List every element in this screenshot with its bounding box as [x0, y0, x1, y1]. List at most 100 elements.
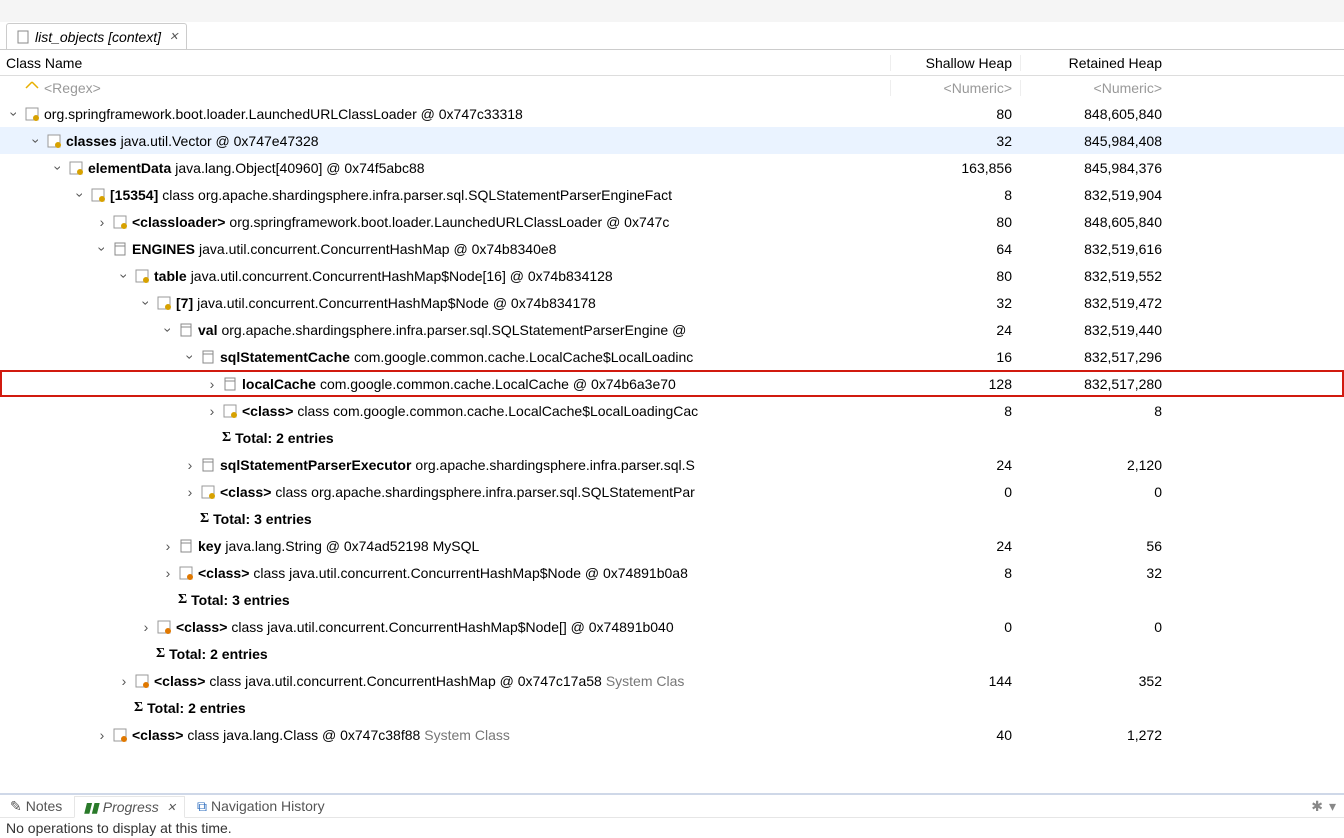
expand-toggle[interactable] — [96, 214, 108, 230]
object-icon — [178, 322, 194, 338]
tree-row[interactable]: [7] java.util.concurrent.ConcurrentHashM… — [0, 289, 1344, 316]
expand-toggle[interactable] — [8, 106, 20, 122]
tree-row[interactable]: <class> class java.util.concurrent.Concu… — [0, 559, 1344, 586]
tree-row[interactable]: sqlStatementParserExecutor org.apache.sh… — [0, 451, 1344, 478]
tree-row[interactable]: Σ Total: 2 entries — [0, 424, 1344, 451]
regex-filter[interactable]: <Regex> — [44, 80, 101, 96]
expand-toggle[interactable] — [118, 268, 130, 284]
row-field-name: elementData — [88, 160, 171, 176]
close-icon[interactable]: ✕ — [169, 30, 178, 43]
close-icon[interactable]: ✕ — [167, 801, 176, 814]
sigma-icon: Σ — [222, 430, 231, 446]
row-system-class-suffix: System Clas — [606, 673, 685, 689]
editor-tab-label: list_objects [context] — [35, 29, 161, 45]
expand-toggle[interactable] — [140, 295, 152, 311]
row-class-text: java.util.concurrent.ConcurrentHashMap @… — [199, 241, 556, 257]
menu-icon[interactable]: ▾ — [1329, 798, 1336, 815]
shallow-heap-value: 32 — [890, 133, 1020, 149]
grid-filter-row: <Regex> <Numeric> <Numeric> — [0, 76, 1344, 100]
expand-toggle[interactable] — [184, 484, 196, 500]
retained-heap-value: 832,519,616 — [1020, 241, 1170, 257]
column-shallow-heap[interactable]: Shallow Heap — [890, 55, 1020, 71]
tree-row[interactable]: table java.util.concurrent.ConcurrentHas… — [0, 262, 1344, 289]
tree-row[interactable]: localCache com.google.common.cache.Local… — [0, 370, 1344, 397]
expand-toggle[interactable] — [206, 403, 218, 419]
row-class-text: com.google.common.cache.LocalCache$Local… — [354, 349, 693, 365]
row-class-text: class java.lang.Class @ 0x747c38f88 — [187, 727, 420, 743]
progress-icon: ▮▮ — [83, 799, 98, 816]
row-field-name: val — [198, 322, 217, 338]
expand-toggle[interactable] — [184, 457, 196, 473]
bottom-tab-bar: ✎ Notes ▮▮ Progress ✕ ⧉ Navigation Histo… — [0, 795, 1344, 818]
retained-heap-value: 352 — [1020, 673, 1170, 689]
row-field-name: classes — [66, 133, 117, 149]
expand-toggle[interactable] — [74, 187, 86, 203]
expand-toggle[interactable] — [96, 727, 108, 743]
shallow-heap-value: 80 — [890, 106, 1020, 122]
shallow-heap-value: 24 — [890, 538, 1020, 554]
row-field-name: <classloader> — [132, 214, 225, 230]
expand-toggle[interactable] — [118, 673, 130, 689]
shallow-heap-value: 80 — [890, 214, 1020, 230]
tab-notes[interactable]: ✎ Notes — [2, 795, 70, 817]
tree-row[interactable]: <classloader> org.springframework.boot.l… — [0, 208, 1344, 235]
tree-row[interactable]: <class> class com.google.common.cache.Lo… — [0, 397, 1344, 424]
expand-toggle[interactable] — [162, 322, 174, 338]
row-class-text: class com.google.common.cache.LocalCache… — [297, 403, 698, 419]
tree-row[interactable]: elementData java.lang.Object[40960] @ 0x… — [0, 154, 1344, 181]
grid-header: Class Name Shallow Heap Retained Heap — [0, 50, 1344, 76]
row-field-name: <class> — [154, 673, 205, 689]
tree-row[interactable]: val org.apache.shardingsphere.infra.pars… — [0, 316, 1344, 343]
note-icon: ✎ — [10, 798, 22, 815]
tree-row[interactable]: org.springframework.boot.loader.Launched… — [0, 100, 1344, 127]
expand-toggle[interactable] — [96, 241, 108, 257]
row-field-name: [7] — [176, 295, 193, 311]
expand-toggle[interactable] — [140, 619, 152, 635]
tree-row[interactable]: Σ Total: 3 entries — [0, 586, 1344, 613]
expand-toggle[interactable] — [206, 376, 218, 392]
shallow-heap-value: 32 — [890, 295, 1020, 311]
retained-heap-value: 1,272 — [1020, 727, 1170, 743]
tree-row[interactable]: Σ Total: 2 entries — [0, 694, 1344, 721]
expand-toggle[interactable] — [30, 133, 42, 149]
tree-row[interactable]: <class> class java.lang.Class @ 0x747c38… — [0, 721, 1344, 748]
tree-row[interactable]: [15354] class org.apache.shardingsphere.… — [0, 181, 1344, 208]
shallow-heap-value: 40 — [890, 727, 1020, 743]
class-icon — [222, 403, 238, 419]
tree-row[interactable]: Σ Total: 2 entries — [0, 640, 1344, 667]
tree-row[interactable]: sqlStatementCache com.google.common.cach… — [0, 343, 1344, 370]
row-field-name: sqlStatementParserExecutor — [220, 457, 411, 473]
shallow-heap-value: 8 — [890, 187, 1020, 203]
class-icon — [134, 268, 150, 284]
retained-filter[interactable]: <Numeric> — [1020, 80, 1170, 96]
tree-row[interactable]: <class> class org.apache.shardingsphere.… — [0, 478, 1344, 505]
tree-row[interactable]: <class> class java.util.concurrent.Concu… — [0, 667, 1344, 694]
tab-progress[interactable]: ▮▮ Progress ✕ — [74, 796, 185, 818]
expand-toggle[interactable] — [162, 538, 174, 554]
retained-heap-value: 0 — [1020, 484, 1170, 500]
editor-tab-bar: list_objects [context] ✕ — [0, 22, 1344, 50]
tree-row[interactable]: Σ Total: 3 entries — [0, 505, 1344, 532]
object-icon — [200, 457, 216, 473]
toolbar-icon[interactable] — [4, 3, 20, 19]
bottom-panel: ✎ Notes ▮▮ Progress ✕ ⧉ Navigation Histo… — [0, 793, 1344, 835]
tree-row[interactable]: key java.lang.String @ 0x74ad52198 MySQL… — [0, 532, 1344, 559]
expand-toggle[interactable] — [184, 349, 196, 365]
minimize-icon[interactable]: ✱ — [1311, 798, 1323, 815]
column-retained-heap[interactable]: Retained Heap — [1020, 55, 1170, 71]
tree-rows: org.springframework.boot.loader.Launched… — [0, 100, 1344, 793]
column-class-name[interactable]: Class Name — [0, 55, 890, 71]
tree-row[interactable]: ENGINES java.util.concurrent.ConcurrentH… — [0, 235, 1344, 262]
tree-row[interactable]: <class> class java.util.concurrent.Concu… — [0, 613, 1344, 640]
row-field-name: Total: 2 entries — [169, 646, 268, 662]
tree-row[interactable]: classes java.util.Vector @ 0x747e4732832… — [0, 127, 1344, 154]
expand-toggle[interactable] — [52, 160, 64, 176]
row-field-name: <class> — [132, 727, 183, 743]
tab-navigation-history[interactable]: ⧉ Navigation History — [189, 795, 333, 817]
row-field-name: Total: 3 entries — [213, 511, 312, 527]
sigma-icon: Σ — [156, 646, 165, 662]
shallow-filter[interactable]: <Numeric> — [890, 80, 1020, 96]
editor-tab[interactable]: list_objects [context] ✕ — [6, 23, 187, 49]
class-icon — [112, 214, 128, 230]
expand-toggle[interactable] — [162, 565, 174, 581]
